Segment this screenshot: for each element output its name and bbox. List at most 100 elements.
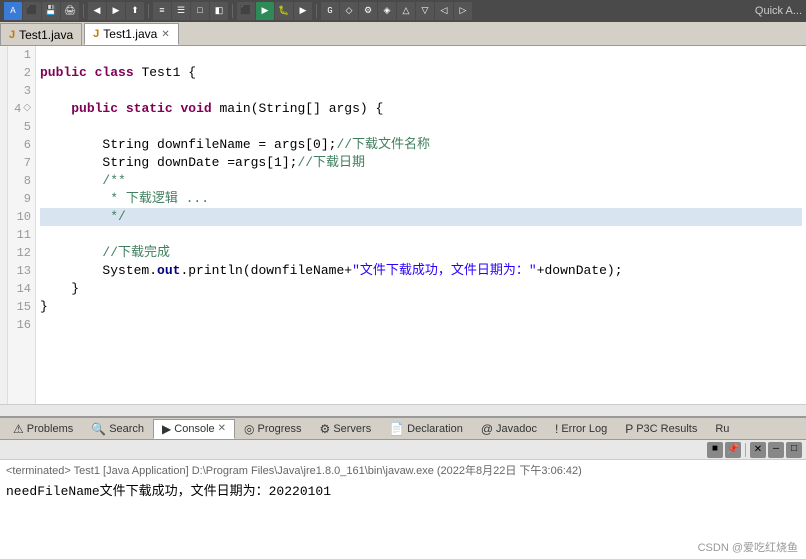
tab-close-button[interactable]: ✕	[161, 29, 169, 40]
toolbar-btn-21[interactable]: ▷	[454, 2, 472, 20]
sep-2	[148, 4, 149, 18]
horizontal-scrollbar[interactable]	[0, 404, 806, 416]
tab-declaration[interactable]: 📄 Declaration	[380, 419, 472, 439]
toolbar-btn-2[interactable]: ⬛	[23, 2, 41, 20]
toolbar-btn-12[interactable]: ⬛	[237, 2, 255, 20]
code-area[interactable]: public class Test1 { public static void …	[36, 46, 806, 404]
toolbar-btn-11[interactable]: ◧	[210, 2, 228, 20]
toolbar-btn-8[interactable]: ≡	[153, 2, 171, 20]
toolbar-btn-18[interactable]: △	[397, 2, 415, 20]
tab-console[interactable]: ▶ Console ✕	[153, 419, 235, 439]
arrow-icon: ◇	[23, 100, 31, 118]
console-pin-btn[interactable]: 📌	[725, 442, 741, 458]
margin-line-10	[0, 208, 7, 226]
declaration-icon: 📄	[389, 422, 404, 436]
line-num-12: 12	[12, 244, 31, 262]
editor-tab-bar: J Test1.java J Test1.java ✕	[0, 22, 806, 46]
toolbar-btn-17[interactable]: ◈	[378, 2, 396, 20]
console-maximize-btn[interactable]: □	[786, 442, 802, 458]
console-sep-1	[745, 443, 746, 457]
errorlog-icon: !	[555, 422, 558, 436]
toolbar-btn-9[interactable]: ☰	[172, 2, 190, 20]
tab-servers-label: Servers	[333, 423, 371, 435]
code-line-12: //下载完成	[40, 244, 802, 262]
tab-errorlog[interactable]: ! Error Log	[546, 419, 616, 439]
javadoc-icon: @	[481, 422, 493, 436]
line-num-10: 10	[12, 208, 31, 226]
toolbar-group-3: ≡ ☰ □ ◧	[153, 2, 228, 20]
code-line-1	[40, 46, 802, 64]
line-num-6: 6	[12, 136, 31, 154]
watermark-text: CSDN @爱吃红烧鱼	[698, 539, 798, 555]
margin-line-15	[0, 298, 7, 316]
console-toolbar: ■ 📌 ✕ — □	[0, 440, 806, 460]
java-icon-2: J	[93, 28, 99, 40]
toolbar-group-1: A ⬛ 💾 🖨	[4, 2, 79, 20]
tab-declaration-label: Declaration	[407, 423, 463, 435]
debug-button[interactable]: 🐛	[275, 2, 293, 20]
tab-servers[interactable]: ⚙ Servers	[311, 419, 381, 439]
margin-line-2	[0, 64, 7, 82]
console-result: needFileName文件下载成功，文件日期为：20220101	[6, 480, 800, 499]
sep-3	[232, 4, 233, 18]
toolbar-btn-14[interactable]: G	[321, 2, 339, 20]
editor-left-margin	[0, 46, 8, 404]
console-tab-close[interactable]: ✕	[218, 423, 226, 434]
tab-search[interactable]: 🔍 Search	[82, 419, 153, 439]
tab-p3c-label: P3C Results	[636, 423, 697, 435]
margin-line-6	[0, 136, 7, 154]
margin-line-4	[0, 100, 7, 118]
tab-label-1: Test1.java	[19, 28, 73, 42]
tab-test1-2[interactable]: J Test1.java ✕	[84, 23, 179, 45]
tab-test1-1[interactable]: J Test1.java	[0, 23, 82, 45]
toolbar-btn-10[interactable]: □	[191, 2, 209, 20]
toolbar-btn-16[interactable]: ⚙	[359, 2, 377, 20]
tab-p3c[interactable]: P P3C Results	[616, 419, 706, 439]
toolbar-btn-3[interactable]: 💾	[42, 2, 60, 20]
line-numbers: 1 2 3 4◇ 5 6 7 8 9 10 11 12 13 14 15 16	[8, 46, 36, 404]
code-line-14: }	[40, 280, 802, 298]
tab-problems[interactable]: ⚠ Problems	[4, 419, 82, 439]
code-line-9: * 下载逻辑 ...	[40, 190, 802, 208]
java-icon-1: J	[9, 29, 15, 41]
console-clear-btn[interactable]: ■	[707, 442, 723, 458]
margin-line-1	[0, 46, 7, 64]
p3c-icon: P	[625, 422, 633, 436]
toolbar-btn-5[interactable]: ◀	[88, 2, 106, 20]
toolbar-btn-7[interactable]: ⬆	[126, 2, 144, 20]
line-num-16: 16	[12, 316, 31, 334]
toolbar-btn-19[interactable]: ▽	[416, 2, 434, 20]
console-close-btn[interactable]: ✕	[750, 442, 766, 458]
toolbar-btn-20[interactable]: ◁	[435, 2, 453, 20]
code-line-5	[40, 118, 802, 136]
line-num-9: 9	[12, 190, 31, 208]
progress-icon: ◎	[244, 422, 254, 436]
tab-label-2: Test1.java	[103, 27, 157, 41]
console-header: <terminated> Test1 [Java Application] D:…	[6, 462, 800, 478]
tab-progress[interactable]: ◎ Progress	[235, 419, 311, 439]
console-minimize-btn[interactable]: —	[768, 442, 784, 458]
console-output: <terminated> Test1 [Java Application] D:…	[0, 460, 806, 559]
line-num-1: 1	[12, 46, 31, 64]
margin-line-7	[0, 154, 7, 172]
margin-line-3	[0, 82, 7, 100]
margin-line-12	[0, 244, 7, 262]
margin-line-9	[0, 190, 7, 208]
toolbar-btn-15[interactable]: ◇	[340, 2, 358, 20]
tab-ru[interactable]: Ru	[706, 419, 738, 439]
line-num-3: 3	[12, 82, 31, 100]
sep-4	[316, 4, 317, 18]
code-line-16	[40, 316, 802, 334]
sep-1	[83, 4, 84, 18]
toolbar-btn-1[interactable]: A	[4, 2, 22, 20]
run-button[interactable]: ▶	[256, 2, 274, 20]
tab-search-label: Search	[109, 423, 144, 435]
toolbar-btn-13[interactable]: ▶	[294, 2, 312, 20]
toolbar-btn-4[interactable]: 🖨	[61, 2, 79, 20]
toolbar-btn-6[interactable]: ▶	[107, 2, 125, 20]
line-num-11: 11	[12, 226, 31, 244]
tab-ru-label: Ru	[715, 423, 729, 435]
toolbar-group-2: ◀ ▶ ⬆	[88, 2, 144, 20]
tab-javadoc[interactable]: @ Javadoc	[472, 419, 546, 439]
code-line-8: /**	[40, 172, 802, 190]
